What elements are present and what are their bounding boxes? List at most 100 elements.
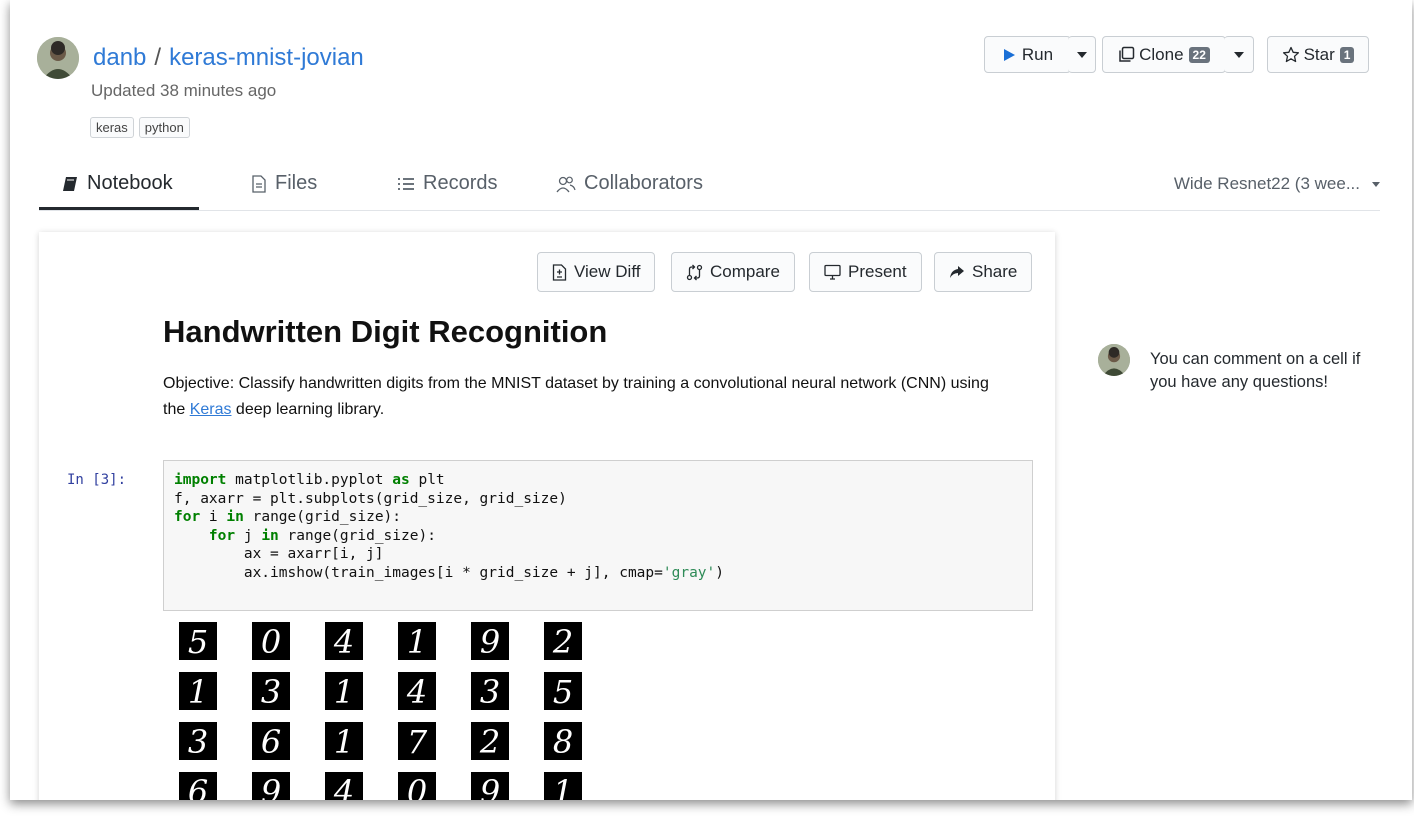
owner-link[interactable]: danb <box>93 44 146 71</box>
star-label: Star <box>1303 44 1335 64</box>
digit-thumbnail: 3 <box>471 672 509 710</box>
tab-label: Notebook <box>87 172 173 194</box>
digit-thumbnail: 1 <box>544 772 582 800</box>
star-button[interactable]: Star 1 <box>1267 36 1369 73</box>
clone-label: Clone <box>1139 44 1184 64</box>
tab-label: Files <box>275 172 318 194</box>
digit-thumbnail: 1 <box>398 622 436 660</box>
list-icon <box>398 177 414 190</box>
diff-icon <box>552 263 567 281</box>
digit-glyph: 9 <box>480 773 500 800</box>
digit-glyph: 1 <box>334 673 354 710</box>
notebook-title: Handwritten Digit Recognition <box>163 314 608 349</box>
book-icon <box>63 176 77 191</box>
monitor-icon <box>824 264 841 280</box>
chevron-down-icon <box>1233 51 1244 58</box>
digit-glyph: 5 <box>553 673 573 710</box>
share-button[interactable]: Share <box>934 252 1033 292</box>
digit-glyph: 1 <box>188 673 208 710</box>
digit-glyph: 3 <box>188 723 208 760</box>
digit-glyph: 1 <box>407 623 427 660</box>
file-icon <box>252 174 266 193</box>
tab-label: Records <box>423 172 498 194</box>
keras-link[interactable]: Keras <box>190 401 232 418</box>
play-icon <box>1003 48 1015 61</box>
digit-thumbnail: 5 <box>544 672 582 710</box>
digit-thumbnail: 9 <box>471 622 509 660</box>
digit-glyph: 8 <box>553 723 573 760</box>
tag-list: keras python <box>90 117 190 138</box>
comment-hint: You can comment on a cell if you have an… <box>1150 350 1361 391</box>
clone-dropdown-button[interactable] <box>1224 36 1254 73</box>
digit-thumbnail: 4 <box>325 772 363 800</box>
clone-button[interactable]: Clone 22 <box>1102 36 1226 73</box>
digit-thumbnail: 1 <box>325 672 363 710</box>
chevron-down-icon <box>1076 51 1087 58</box>
digit-thumbnail: 6 <box>179 772 217 800</box>
digit-thumbnail: 6 <box>252 722 290 760</box>
digit-glyph: 6 <box>261 723 281 760</box>
digit-glyph: 1 <box>553 773 573 800</box>
digit-thumbnail: 7 <box>398 722 436 760</box>
digit-glyph: 4 <box>406 673 427 710</box>
digit-thumbnail: 0 <box>398 772 436 800</box>
digit-thumbnail: 1 <box>179 672 217 710</box>
compare-icon <box>686 264 703 280</box>
avatar-image <box>37 37 79 79</box>
tab-collaborators[interactable]: Collaborators <box>556 172 703 195</box>
title-separator: / <box>154 44 162 71</box>
digit-thumbnail: 4 <box>398 672 436 710</box>
digit-glyph: 2 <box>552 623 573 660</box>
app-window: danb / keras-mnist-jovian Updated 38 minut… <box>10 0 1412 800</box>
digit-thumbnail: 3 <box>252 672 290 710</box>
digit-glyph: 4 <box>333 623 354 660</box>
digit-thumbnail: 2 <box>544 622 582 660</box>
tab-records[interactable]: Records <box>397 172 497 195</box>
tab-label: Collaborators <box>584 172 703 194</box>
avatar-image <box>1098 344 1130 376</box>
digit-glyph: 9 <box>480 623 500 660</box>
star-count-badge: 1 <box>1339 46 1355 63</box>
notebook-panel: View Diff Compare Present Share Handwrit… <box>39 232 1055 800</box>
digit-glyph: 1 <box>334 723 354 760</box>
digit-glyph: 0 <box>261 623 281 660</box>
view-diff-label: View Diff <box>574 262 641 281</box>
code-cell[interactable]: import matplotlib.pyplot as plt f, axarr… <box>163 460 1033 611</box>
clone-count-badge: 22 <box>1188 46 1210 63</box>
digit-glyph: 3 <box>480 673 500 710</box>
comment-avatar <box>1098 344 1130 376</box>
digit-glyph: 5 <box>188 623 208 660</box>
version-selector[interactable]: Wide Resnet22 (3 wee... <box>1174 174 1380 194</box>
project-tabs: Notebook Files Records Collaborators Wid… <box>39 160 1380 211</box>
copy-icon <box>1119 46 1135 62</box>
digit-glyph: 7 <box>407 723 428 760</box>
present-label: Present <box>848 262 907 281</box>
run-button[interactable]: Run <box>984 36 1071 73</box>
tab-notebook[interactable]: Notebook <box>61 172 173 195</box>
digit-glyph: 6 <box>188 773 208 800</box>
cell-prompt: In [3]: <box>67 472 127 488</box>
users-icon <box>556 176 576 192</box>
digit-grid-output: 5 0 4 1 9 2 1 3 1 4 3 5 3 6 1 7 2 8 6 9 4 0 9 1 <box>179 622 599 800</box>
star-icon <box>1282 46 1299 62</box>
tag-keras[interactable]: keras <box>90 117 134 138</box>
owner-avatar[interactable] <box>37 37 79 79</box>
compare-button[interactable]: Compare <box>671 252 795 292</box>
project-link[interactable]: keras-mnist-jovian <box>169 44 364 71</box>
share-label: Share <box>972 262 1018 281</box>
digit-glyph: 9 <box>261 773 281 800</box>
digit-thumbnail: 8 <box>544 722 582 760</box>
version-label: Wide Resnet22 (3 wee... <box>1173 174 1360 193</box>
digit-thumbnail: 5 <box>179 622 217 660</box>
digit-glyph: 3 <box>261 673 281 710</box>
compare-label: Compare <box>710 262 780 281</box>
digit-thumbnail: 3 <box>179 722 217 760</box>
present-button[interactable]: Present <box>809 252 922 292</box>
run-label: Run <box>1021 44 1054 64</box>
tab-files[interactable]: Files <box>251 172 317 195</box>
digit-thumbnail: 2 <box>471 722 509 760</box>
digit-glyph: 0 <box>407 773 427 800</box>
view-diff-button[interactable]: View Diff <box>537 252 656 292</box>
run-dropdown-button[interactable] <box>1068 36 1096 73</box>
tag-python[interactable]: python <box>138 117 190 138</box>
